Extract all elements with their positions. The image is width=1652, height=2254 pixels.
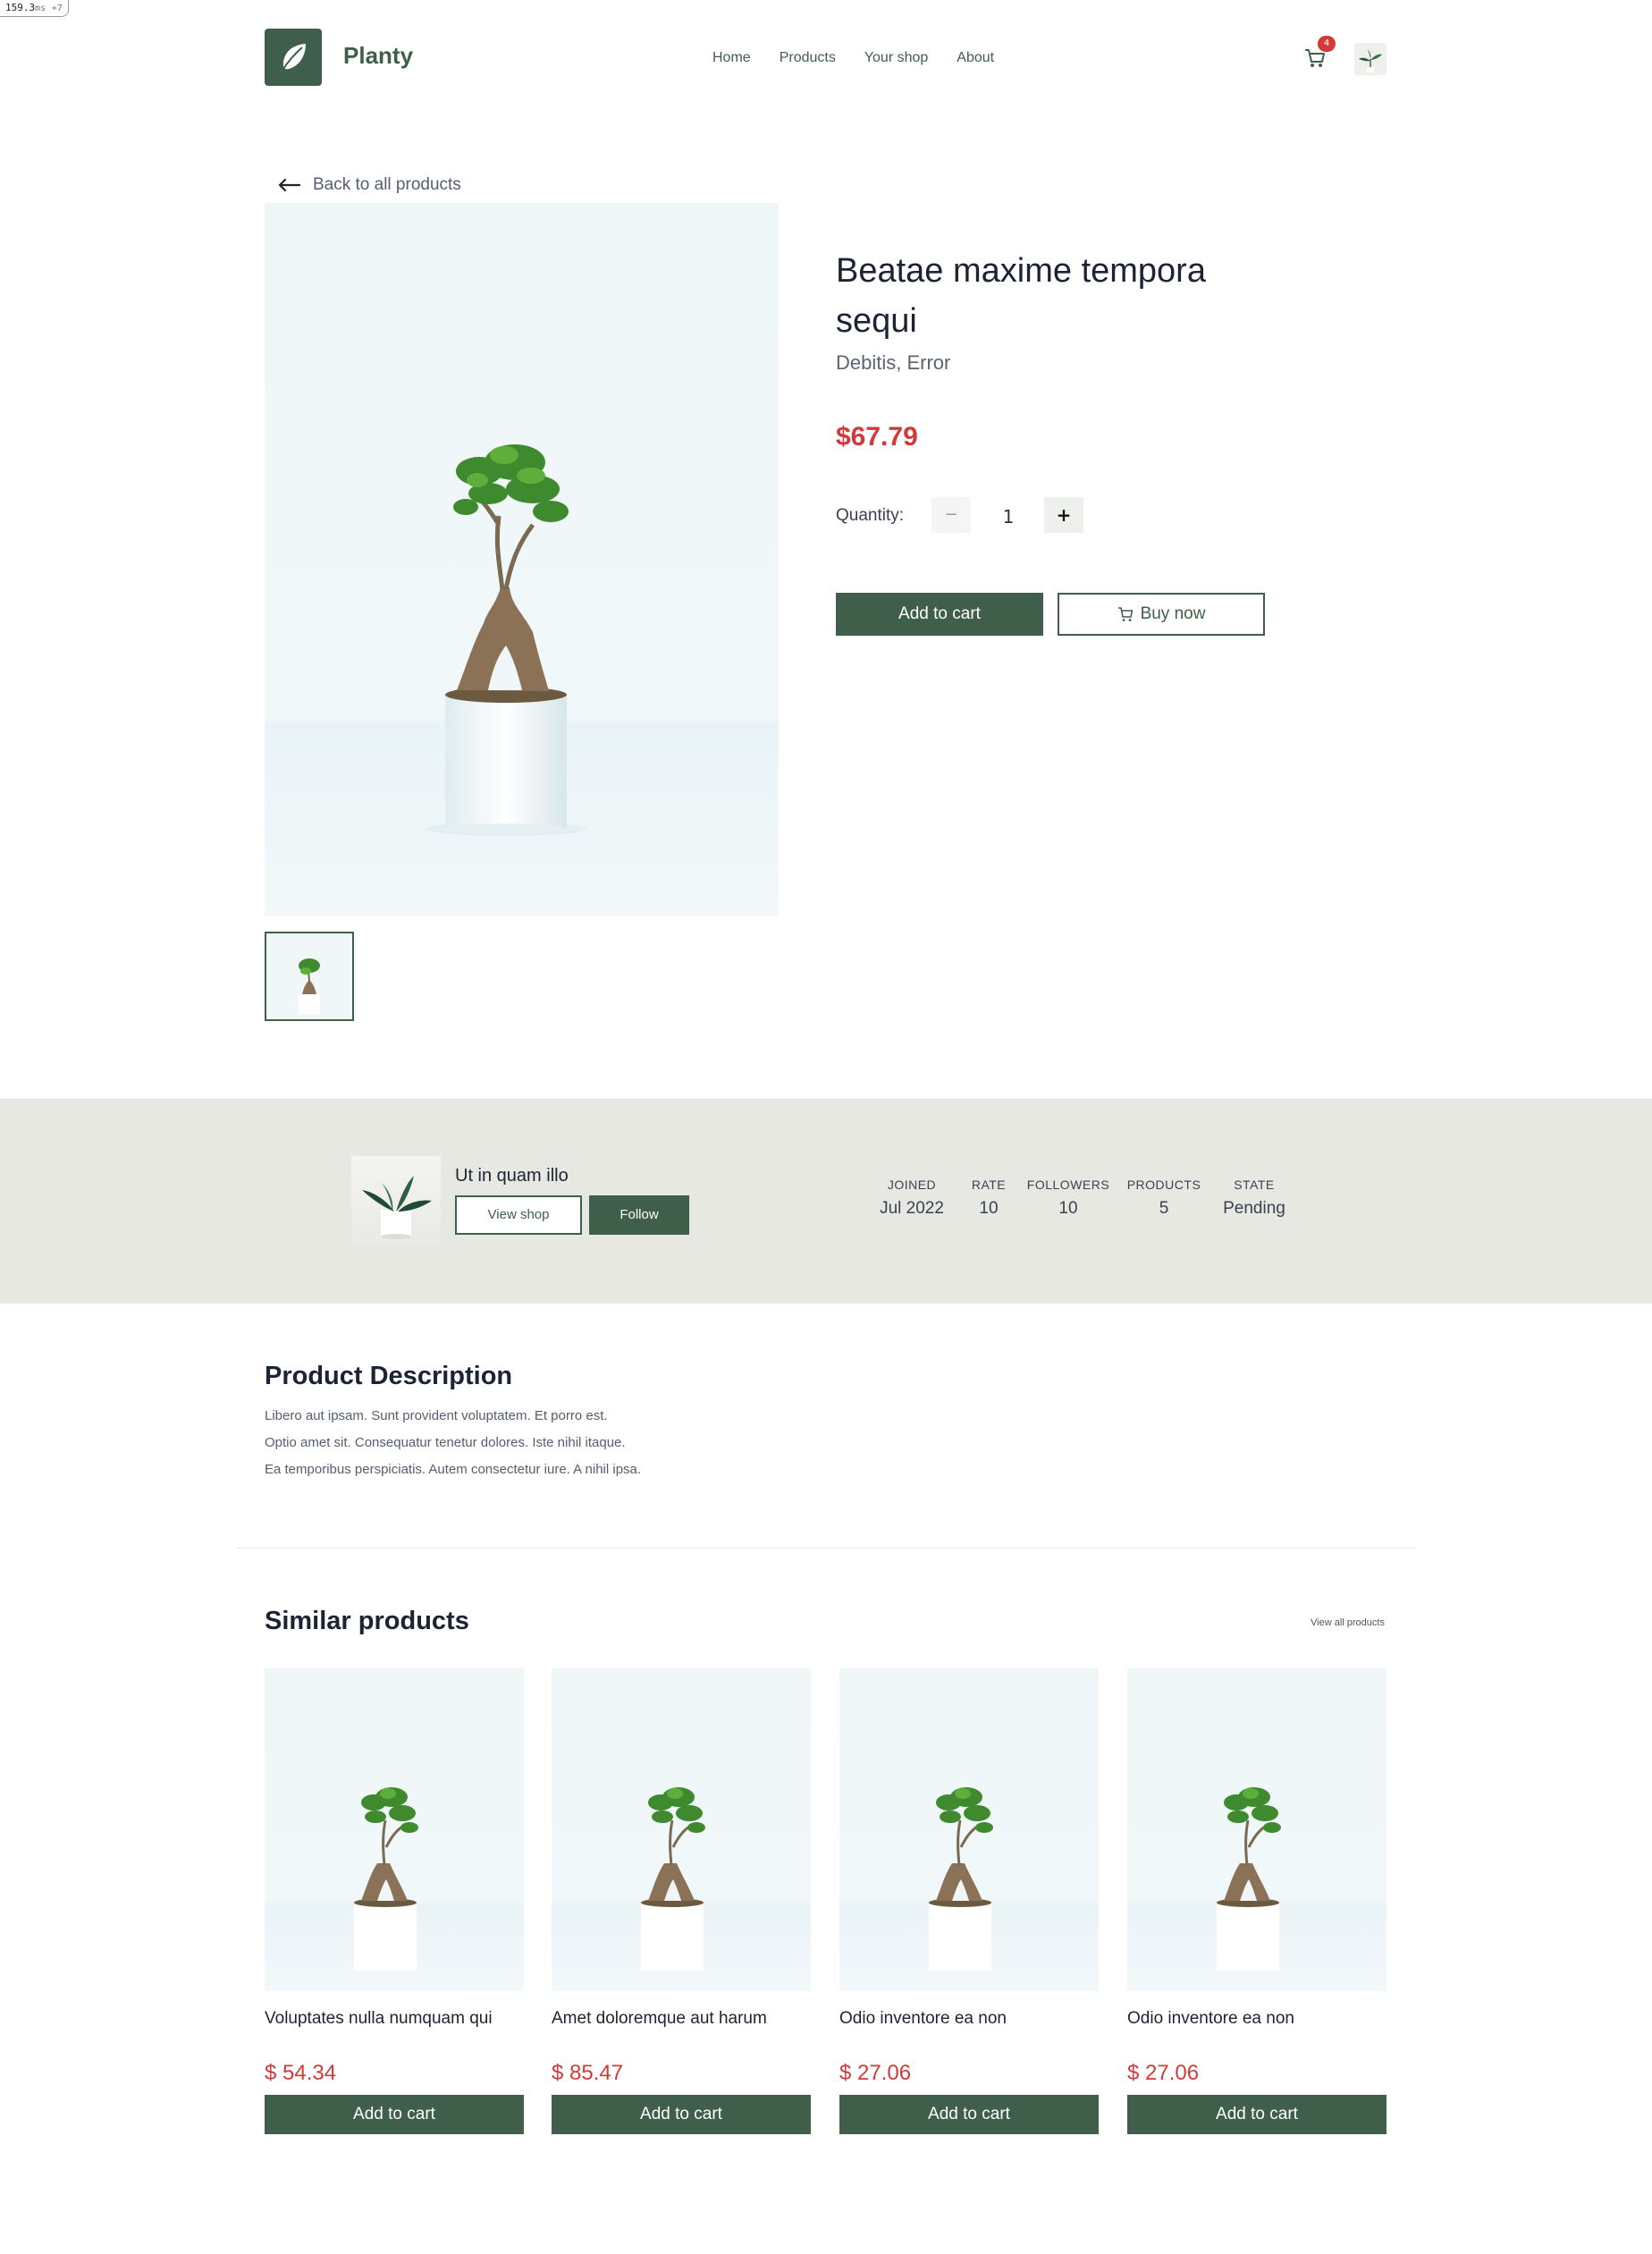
product-card[interactable]: Voluptates nulla numquam qui $ 54.34 Add…	[265, 1668, 524, 2134]
product-main-image[interactable]	[265, 203, 779, 916]
buy-now-label: Buy now	[1140, 604, 1206, 623]
buy-now-button[interactable]: Buy now	[1058, 593, 1265, 636]
stat-joined: JOINED Jul 2022	[867, 1178, 957, 1219]
user-avatar[interactable]	[1354, 43, 1386, 75]
product-price: $67.79	[836, 422, 918, 452]
product-card-add-to-cart-button[interactable]: Add to cart	[1127, 2095, 1386, 2134]
site-header: Planty Home Products Your shop About 4	[0, 0, 1652, 116]
follow-button[interactable]: Follow	[589, 1195, 689, 1235]
cart-count-badge: 4	[1318, 36, 1336, 52]
stat-label: PRODUCTS	[1126, 1178, 1201, 1192]
nav-products[interactable]: Products	[780, 50, 836, 66]
quantity-increase-button[interactable]: +	[1044, 497, 1083, 533]
description-line: Libero aut ipsam. Sunt provident volupta…	[265, 1408, 608, 1423]
leaf-icon	[281, 44, 306, 72]
product-card[interactable]: Amet doloremque aut harum $ 85.47 Add to…	[552, 1668, 811, 2134]
stat-value: Jul 2022	[880, 1199, 944, 1218]
stat-products: PRODUCTS 5	[1119, 1178, 1209, 1219]
product-card-image[interactable]	[552, 1668, 811, 1991]
description-line: Optio amet sit. Consequatur tenetur dolo…	[265, 1435, 626, 1450]
arrow-left-icon	[278, 178, 300, 192]
product-card-price: $ 27.06	[839, 2061, 912, 2085]
quantity-label: Quantity:	[836, 506, 905, 525]
description-line: Ea temporibus perspiciatis. Autem consec…	[265, 1462, 642, 1477]
product-card[interactable]: Odio inventore ea non $ 27.06 Add to car…	[1127, 1668, 1386, 2134]
brand-name[interactable]: Planty	[343, 42, 413, 70]
product-card-name[interactable]: Amet doloremque aut harum	[552, 2009, 811, 2029]
product-card-price: $ 85.47	[552, 2061, 624, 2085]
product-card-add-to-cart-button[interactable]: Add to cart	[265, 2095, 524, 2134]
stat-label: RATE	[971, 1178, 1007, 1192]
seller-section	[0, 1099, 1652, 1304]
section-divider	[235, 1548, 1415, 1549]
quantity-decrease-button[interactable]: −	[931, 497, 971, 533]
stat-value: 5	[1159, 1199, 1169, 1218]
nav-home[interactable]: Home	[712, 50, 751, 66]
nav-about[interactable]: About	[957, 50, 994, 66]
similar-products-title: Similar products	[265, 1607, 469, 1635]
snake-plant-image	[362, 1176, 432, 1239]
stat-value: 10	[1058, 1199, 1078, 1218]
bonsai-photo	[354, 1787, 418, 1971]
product-title: Beatae maxime tempora sequi	[836, 252, 1206, 340]
product-card-name[interactable]: Odio inventore ea non	[1127, 2009, 1386, 2029]
plant-avatar-icon	[1359, 49, 1382, 72]
product-card-price: $ 54.34	[265, 2061, 337, 2085]
view-shop-button[interactable]: View shop	[455, 1195, 582, 1235]
nav-your-shop[interactable]: Your shop	[864, 50, 928, 66]
cart-icon	[1117, 607, 1133, 621]
product-card-add-to-cart-button[interactable]: Add to cart	[839, 2095, 1099, 2134]
stat-value: Pending	[1223, 1199, 1285, 1218]
add-to-cart-button[interactable]: Add to cart	[836, 593, 1043, 636]
quantity-input[interactable]: 1	[974, 497, 1042, 533]
back-to-products-link[interactable]: Back to all products	[277, 175, 461, 195]
view-all-products-link[interactable]: View all products	[1311, 1617, 1385, 1628]
product-card-image[interactable]	[839, 1668, 1099, 1991]
stat-value: 10	[979, 1199, 999, 1218]
description-title: Product Description	[265, 1362, 513, 1390]
product-card-image[interactable]	[265, 1668, 524, 1991]
bonsai-photo	[1217, 1787, 1281, 1971]
seller-avatar[interactable]	[351, 1156, 441, 1245]
stat-label: JOINED	[887, 1178, 937, 1192]
product-card-price: $ 27.06	[1127, 2061, 1200, 2085]
product-card-image[interactable]	[1127, 1668, 1386, 1991]
stat-state: STATE Pending	[1210, 1178, 1299, 1219]
product-card-name[interactable]: Odio inventore ea non	[839, 2009, 1099, 2029]
product-thumbnail[interactable]	[265, 932, 354, 1021]
product-card-add-to-cart-button[interactable]: Add to cart	[552, 2095, 811, 2134]
bonsai-photo	[426, 444, 586, 836]
bonsai-photo	[641, 1787, 705, 1971]
back-label: Back to all products	[313, 175, 461, 194]
product-card[interactable]: Odio inventore ea non $ 27.06 Add to car…	[839, 1668, 1099, 2134]
product-card-name[interactable]: Voluptates nulla numquam qui	[265, 2009, 524, 2029]
logo[interactable]	[265, 29, 322, 86]
stat-label: FOLLOWERS	[1026, 1178, 1110, 1192]
stat-label: STATE	[1234, 1178, 1275, 1192]
seller-name: Ut in quam illo	[455, 1166, 569, 1186]
stat-followers: FOLLOWERS 10	[1024, 1178, 1113, 1219]
main-nav: Home Products Your shop About	[712, 50, 994, 66]
bonsai-thumbnail	[299, 958, 320, 1014]
product-categories: Debitis, Error	[836, 351, 951, 374]
bonsai-photo	[929, 1787, 993, 1971]
stat-rate: RATE 10	[962, 1178, 1016, 1219]
